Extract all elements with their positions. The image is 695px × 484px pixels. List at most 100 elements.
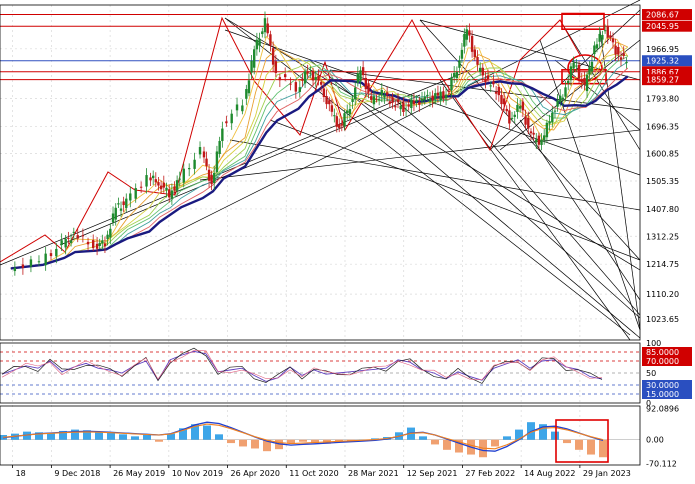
candle-body bbox=[423, 96, 426, 100]
candle-body bbox=[583, 77, 586, 85]
candle-body bbox=[202, 151, 206, 158]
macd-histogram-bar bbox=[143, 434, 151, 440]
rsi-level-badge-label: 85.0000 bbox=[646, 348, 679, 357]
candle-body bbox=[129, 193, 132, 201]
candle-body bbox=[598, 33, 601, 42]
candle-body bbox=[175, 180, 179, 191]
candle-body bbox=[385, 92, 389, 95]
candle-body bbox=[527, 118, 530, 129]
time-tick-label: 14 Aug 2022 bbox=[524, 469, 575, 478]
candle-body bbox=[289, 83, 292, 85]
candle-body bbox=[328, 100, 331, 105]
candle-body bbox=[55, 248, 58, 257]
candle-body bbox=[601, 34, 604, 40]
candle-body bbox=[173, 186, 176, 191]
candle-body bbox=[521, 101, 525, 111]
candle-body bbox=[298, 87, 302, 92]
candle-body bbox=[252, 49, 256, 68]
candle-body bbox=[340, 124, 344, 126]
price-tick-label: 1407.80 bbox=[646, 205, 679, 214]
candle-body bbox=[221, 128, 224, 142]
candle-body bbox=[81, 235, 85, 237]
macd-histogram-bar bbox=[239, 439, 247, 447]
candle-body bbox=[245, 89, 248, 99]
candle-body bbox=[106, 234, 109, 239]
candle-body bbox=[351, 99, 354, 103]
candle-body bbox=[513, 114, 516, 117]
price-tick-label: 1966.95 bbox=[646, 45, 679, 54]
macd-histogram-bar bbox=[419, 436, 427, 440]
price-tick-label: 1696.35 bbox=[646, 122, 679, 131]
time-tick-label: 18 bbox=[16, 469, 26, 478]
candle-body bbox=[346, 110, 349, 113]
rsi-tick-label: 50 bbox=[646, 369, 656, 378]
candle-body bbox=[481, 67, 484, 76]
candle-body bbox=[207, 169, 211, 181]
candle-body bbox=[149, 177, 152, 181]
candle-body bbox=[431, 95, 434, 101]
candle-body bbox=[577, 64, 581, 79]
macd-histogram-bar bbox=[155, 439, 163, 442]
price-tick-label: 1214.75 bbox=[646, 260, 679, 269]
candle-body bbox=[476, 56, 479, 65]
macd-histogram-bar bbox=[227, 439, 235, 444]
candle-body bbox=[122, 201, 125, 206]
rsi-tick-label: 100 bbox=[646, 339, 661, 348]
candle-body bbox=[567, 80, 570, 84]
candle-body bbox=[375, 98, 378, 100]
macd-histogram-bar bbox=[107, 432, 115, 440]
time-tick-label: 26 Apr 2020 bbox=[231, 469, 280, 478]
candle-body bbox=[103, 243, 107, 247]
candle-body bbox=[572, 62, 575, 69]
candle-body bbox=[367, 83, 370, 92]
candle-body bbox=[418, 101, 421, 105]
macd-histogram-bar bbox=[287, 439, 295, 444]
candle-body bbox=[585, 74, 589, 92]
time-tick-label: 10 Nov 2019 bbox=[172, 469, 223, 478]
candle-body bbox=[465, 29, 469, 40]
candle-body bbox=[247, 80, 251, 94]
candle-body bbox=[76, 235, 79, 239]
macd-histogram-bar bbox=[491, 439, 499, 447]
candle-body bbox=[529, 131, 533, 134]
candle-body bbox=[518, 106, 522, 109]
candle-body bbox=[193, 159, 196, 169]
candle-body bbox=[505, 108, 508, 112]
time-tick-label: 27 Feb 2022 bbox=[465, 469, 515, 478]
time-tick-label: 28 Mar 2021 bbox=[348, 469, 399, 478]
macd-tick-label: 92.0896 bbox=[646, 405, 679, 414]
candle-body bbox=[535, 139, 538, 143]
candle-body bbox=[64, 238, 67, 248]
candle-body bbox=[235, 104, 239, 111]
candle-body bbox=[261, 31, 264, 35]
price-level-badge-label: 2086.67 bbox=[646, 11, 679, 20]
candle-body bbox=[420, 98, 424, 102]
candle-body bbox=[606, 25, 609, 38]
candle-body bbox=[460, 49, 464, 59]
candle-body bbox=[500, 95, 503, 105]
candle-body bbox=[255, 39, 259, 50]
candle-body bbox=[603, 30, 607, 32]
candle-body bbox=[619, 57, 623, 60]
candle-body bbox=[614, 45, 617, 55]
candle-body bbox=[125, 198, 128, 208]
candle-body bbox=[439, 91, 442, 100]
candle-body bbox=[494, 91, 498, 94]
candle-body bbox=[263, 18, 267, 33]
candle-body bbox=[486, 75, 490, 80]
candle-body bbox=[294, 82, 298, 92]
candle-body bbox=[478, 67, 482, 72]
candle-body bbox=[447, 91, 450, 93]
macd-histogram-bar bbox=[563, 439, 571, 444]
candle-body bbox=[198, 147, 202, 155]
candle-body bbox=[109, 228, 112, 238]
macd-histogram-bar bbox=[131, 436, 139, 440]
macd-histogram-bar bbox=[251, 439, 259, 449]
macd-histogram-bar bbox=[599, 439, 607, 458]
candle-body bbox=[98, 242, 101, 246]
candle-body bbox=[119, 208, 123, 211]
candle-body bbox=[322, 88, 326, 98]
candle-body bbox=[309, 72, 312, 74]
price-tick-label: 1110.20 bbox=[646, 290, 679, 299]
candle-body bbox=[391, 97, 394, 103]
